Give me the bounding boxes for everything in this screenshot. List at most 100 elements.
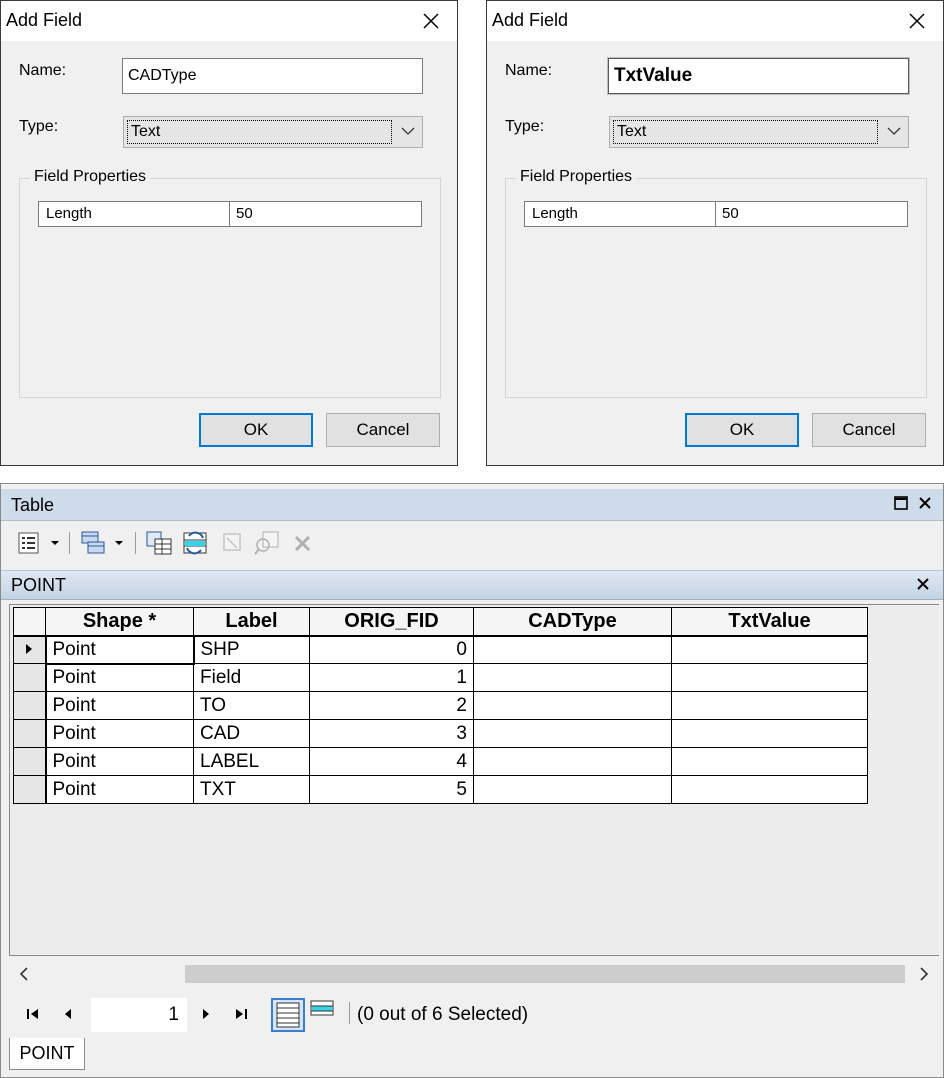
cell-cadtype[interactable] — [473, 635, 672, 664]
field-properties-group: Field Properties Length 50 — [19, 168, 441, 398]
name-field[interactable]: TxtValue — [607, 57, 910, 95]
name-field[interactable]: CADType — [122, 58, 423, 94]
horizontal-scrollbar[interactable] — [9, 960, 939, 988]
close-button[interactable] — [411, 5, 451, 37]
name-label: Name: — [19, 62, 67, 79]
row-selector[interactable] — [13, 663, 47, 692]
cell-txtvalue[interactable] — [671, 775, 868, 804]
cell-txtvalue[interactable] — [671, 719, 868, 748]
table-row[interactable]: Point Field 1 — [13, 663, 868, 692]
current-record-input[interactable]: 1 — [91, 998, 187, 1032]
related-tables-icon — [81, 531, 123, 554]
column-header-cadtype[interactable]: CADType — [473, 607, 672, 637]
add-field-dialog-2: Add Field Name: TxtValue Type: Text Fiel… — [486, 0, 944, 466]
type-dropdown[interactable]: Text — [123, 116, 423, 148]
show-selected-records-button[interactable] — [307, 998, 341, 1032]
column-header-shape[interactable]: Shape * — [45, 607, 194, 637]
row-selector-header[interactable] — [13, 607, 46, 637]
last-record-button[interactable] — [229, 1004, 251, 1024]
cell-orig-fid[interactable]: 3 — [309, 719, 474, 748]
previous-record-button[interactable] — [57, 1004, 79, 1024]
cell-shape[interactable]: Point — [45, 719, 194, 748]
cell-shape[interactable]: Point — [45, 691, 194, 720]
cell-txtvalue[interactable] — [671, 691, 868, 720]
table-options-button[interactable] — [17, 530, 63, 556]
cell-cadtype[interactable] — [473, 691, 672, 720]
close-button[interactable] — [897, 5, 937, 37]
zoom-to-selected-button[interactable] — [253, 530, 281, 556]
cell-label[interactable]: TO — [193, 691, 310, 720]
row-selector[interactable] — [13, 635, 47, 664]
cell-orig-fid[interactable]: 5 — [309, 775, 474, 804]
table-row[interactable]: Point TXT 5 — [13, 775, 868, 804]
cell-txtvalue[interactable] — [671, 635, 868, 664]
property-value[interactable]: 50 — [716, 202, 907, 226]
cell-orig-fid[interactable]: 1 — [309, 663, 474, 692]
row-selector[interactable] — [13, 775, 47, 804]
toolbar-separator — [135, 532, 136, 554]
cell-shape[interactable]: Point — [45, 775, 194, 804]
switch-selection-icon — [183, 531, 207, 555]
sheet-tab-point[interactable]: POINT — [9, 1038, 85, 1070]
delete-selected-button[interactable] — [291, 530, 315, 556]
close-tab-button[interactable] — [915, 576, 933, 594]
cell-orig-fid[interactable]: 4 — [309, 747, 474, 776]
row-selector[interactable] — [13, 691, 47, 720]
cell-label[interactable]: LABEL — [193, 747, 310, 776]
first-record-button[interactable] — [23, 1004, 45, 1024]
ok-button[interactable]: OK — [199, 413, 313, 447]
cell-txtvalue[interactable] — [671, 747, 868, 776]
cell-shape[interactable]: Point — [45, 663, 194, 692]
table-row[interactable]: Point LABEL 4 — [13, 747, 868, 776]
toolbar-separator — [69, 532, 70, 554]
next-record-icon — [203, 1009, 209, 1019]
table-row[interactable]: Point SHP 0 — [13, 634, 868, 665]
table-title: Table — [11, 495, 55, 515]
chevron-left-icon — [19, 967, 28, 981]
property-value[interactable]: 50 — [230, 202, 421, 226]
cancel-button[interactable]: Cancel — [326, 413, 440, 447]
cell-label[interactable]: TXT — [193, 775, 310, 804]
switch-selection-button[interactable] — [181, 530, 211, 556]
column-header-orig-fid[interactable]: ORIG_FID — [309, 607, 474, 637]
next-record-button[interactable] — [195, 1004, 217, 1024]
cell-shape[interactable]: Point — [45, 747, 194, 776]
cell-cadtype[interactable] — [473, 775, 672, 804]
column-header-txtvalue[interactable]: TxtValue — [671, 607, 868, 637]
ok-button[interactable]: OK — [685, 413, 799, 447]
show-all-records-icon — [276, 1002, 300, 1028]
scroll-right-button[interactable] — [915, 964, 933, 984]
show-all-records-button[interactable] — [271, 998, 305, 1032]
cell-cadtype[interactable] — [473, 719, 672, 748]
row-selector[interactable] — [13, 719, 47, 748]
delete-selected-icon — [294, 535, 311, 552]
table-tab-header: POINT — [1, 570, 943, 600]
column-header-label[interactable]: Label — [193, 607, 310, 637]
close-button[interactable] — [917, 495, 937, 515]
cell-shape[interactable]: Point — [44, 634, 195, 665]
table-row[interactable]: Point TO 2 — [13, 691, 868, 720]
cancel-button[interactable]: Cancel — [812, 413, 926, 447]
current-row-icon — [26, 643, 33, 654]
cell-txtvalue[interactable] — [671, 663, 868, 692]
row-selector[interactable] — [13, 747, 47, 776]
related-tables-button[interactable] — [79, 530, 127, 556]
cell-cadtype[interactable] — [473, 747, 672, 776]
type-dropdown[interactable]: Text — [609, 116, 909, 148]
cell-label[interactable]: CAD — [193, 719, 310, 748]
cell-label[interactable]: SHP — [193, 635, 310, 664]
table-row[interactable]: Point CAD 3 — [13, 719, 868, 748]
cell-cadtype[interactable] — [473, 663, 672, 692]
scrollbar-thumb[interactable] — [185, 965, 905, 983]
select-by-attributes-button[interactable] — [145, 530, 173, 556]
chevron-down-icon — [401, 127, 415, 135]
clear-selection-button[interactable] — [221, 530, 245, 556]
cell-orig-fid[interactable]: 0 — [309, 635, 474, 664]
record-navigation-bar: 1 (0 out of 6 Selected) — [9, 992, 939, 1036]
scroll-left-button[interactable] — [15, 964, 33, 984]
type-label: Type: — [505, 118, 545, 135]
maximize-button[interactable] — [893, 495, 913, 515]
previous-record-icon — [65, 1009, 71, 1019]
cell-orig-fid[interactable]: 2 — [309, 691, 474, 720]
cell-label[interactable]: Field — [193, 663, 310, 692]
